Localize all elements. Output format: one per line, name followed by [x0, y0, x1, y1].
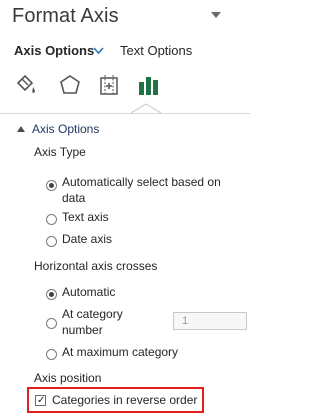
section-title: Axis Options	[32, 122, 100, 136]
pane-options-dropdown-icon[interactable]	[211, 12, 221, 18]
highlight-box	[27, 387, 204, 413]
collapse-caret-icon[interactable]	[17, 126, 25, 132]
pane-title: Format Axis	[12, 5, 119, 27]
category-number-input[interactable]: 1	[173, 312, 247, 330]
radio-auto-select[interactable]	[46, 180, 57, 191]
size-properties-icon[interactable]	[96, 72, 122, 98]
radio-date-axis[interactable]	[46, 236, 57, 247]
radio-auto-select-label[interactable]: Automatically select based on	[62, 175, 221, 189]
axis-position-heading: Axis position	[34, 371, 102, 385]
radio-at-category[interactable]	[46, 318, 57, 329]
radio-at-max-category-label[interactable]: At maximum category	[62, 345, 178, 359]
radio-date-axis-label[interactable]: Date axis	[62, 232, 112, 246]
radio-at-category-label[interactable]: At category	[62, 307, 123, 321]
radio-auto-select-label-line2[interactable]: data	[62, 191, 85, 205]
crosses-heading: Horizontal axis crosses	[34, 259, 158, 273]
effects-icon[interactable]	[57, 72, 83, 98]
divider	[0, 113, 250, 114]
radio-crosses-automatic[interactable]	[46, 289, 57, 300]
tab-text-options[interactable]: Text Options	[120, 43, 192, 58]
radio-text-axis-label[interactable]: Text axis	[62, 210, 109, 224]
radio-text-axis[interactable]	[46, 214, 57, 225]
radio-crosses-automatic-label[interactable]: Automatic	[62, 285, 115, 299]
radio-at-category-label-line2[interactable]: number	[62, 323, 103, 337]
tab-axis-options[interactable]: Axis Options	[14, 43, 94, 58]
chevron-down-icon[interactable]	[93, 47, 104, 55]
fill-line-icon[interactable]	[12, 72, 38, 98]
axis-type-heading: Axis Type	[34, 145, 86, 159]
radio-at-max-category[interactable]	[46, 349, 57, 360]
axis-options-icon[interactable]	[136, 72, 162, 98]
